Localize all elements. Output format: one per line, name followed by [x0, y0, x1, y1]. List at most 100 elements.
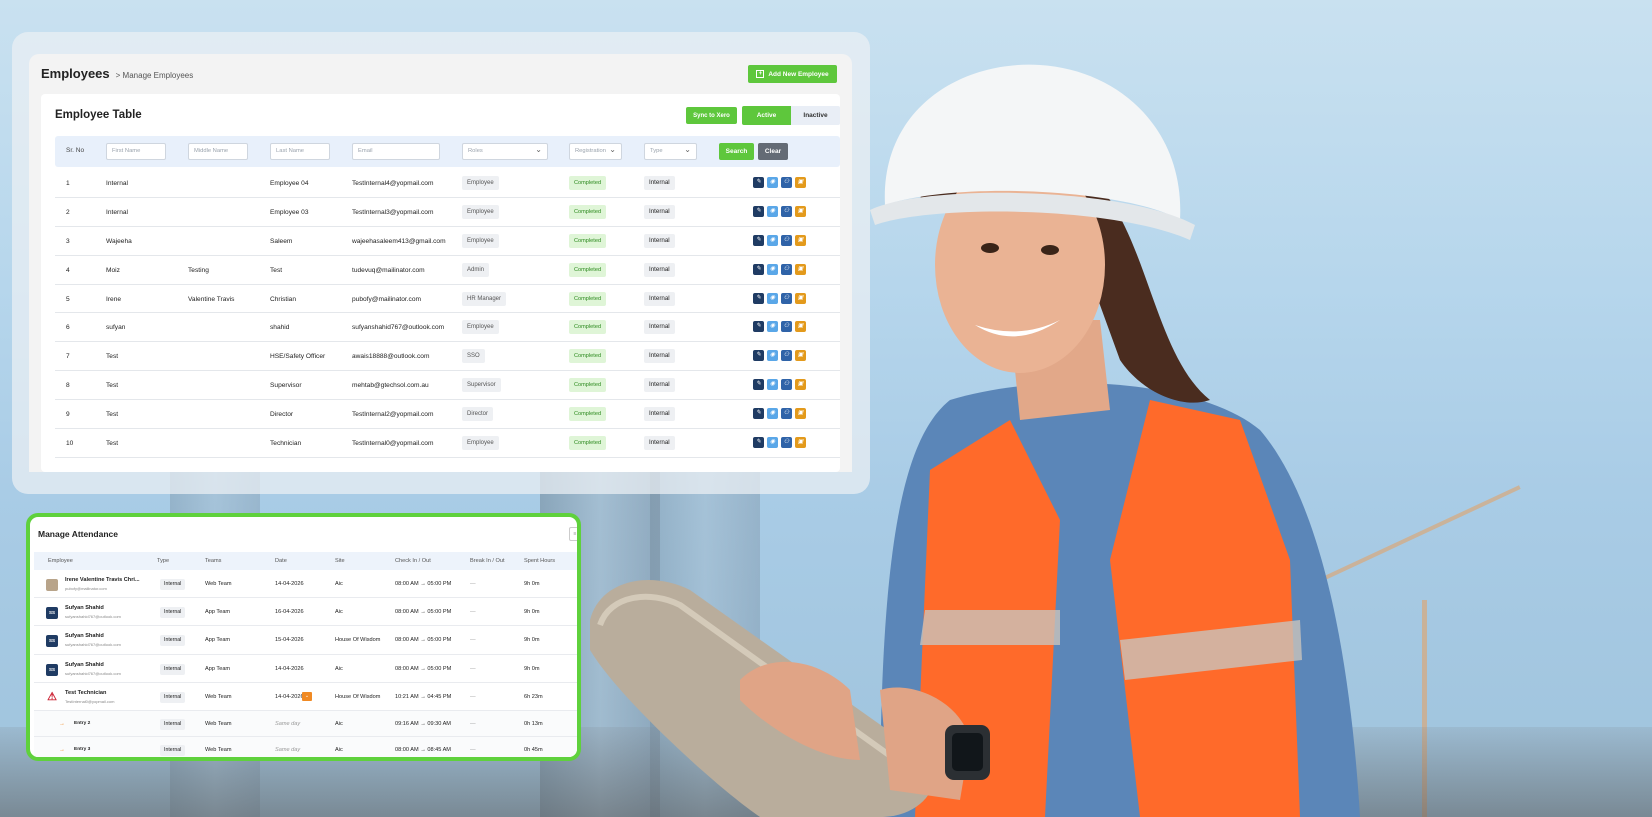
- type-badge: Internal: [644, 262, 675, 277]
- lock-icon[interactable]: ▣: [795, 292, 806, 304]
- edit-icon[interactable]: ✎: [753, 263, 764, 275]
- edit-icon[interactable]: ✎: [753, 234, 764, 246]
- edit-icon[interactable]: ✎: [753, 408, 764, 420]
- search-button[interactable]: Search: [719, 143, 754, 160]
- expand-entries-icon[interactable]: ⌄: [302, 691, 312, 701]
- lock-icon[interactable]: ▣: [795, 321, 806, 333]
- lock-icon[interactable]: ▣: [795, 379, 806, 391]
- row-actions: ✎ ◉ ⚇ ▣: [753, 408, 806, 420]
- edit-icon[interactable]: ✎: [753, 205, 764, 217]
- lock-icon[interactable]: ▣: [795, 437, 806, 449]
- attendance-subrow[interactable]: → Entry 2 Internal Web Team Same day Aic…: [34, 710, 577, 737]
- toggle-active[interactable]: Active: [742, 106, 791, 125]
- date: Same day: [275, 746, 301, 753]
- first-name-input[interactable]: First Name: [106, 143, 166, 160]
- table-row[interactable]: 6 sufyan shahid sufyanshahid767@outlook.…: [55, 313, 840, 343]
- date: 14-04-2026: [275, 581, 304, 587]
- first-name: Wajeeha: [106, 237, 132, 245]
- user-role-icon[interactable]: ⚇: [781, 205, 792, 217]
- panel-menu-button[interactable]: ≡: [569, 527, 577, 541]
- add-employee-button[interactable]: + Add New Employee: [748, 65, 837, 83]
- view-icon[interactable]: ◉: [767, 292, 778, 304]
- attendance-row[interactable]: SS Sufyan Shahid sufyanshahid767@outlook…: [34, 655, 577, 683]
- view-icon[interactable]: ◉: [767, 321, 778, 333]
- first-name: Test: [106, 440, 119, 448]
- view-icon[interactable]: ◉: [767, 263, 778, 275]
- first-name: Irene: [106, 295, 122, 303]
- toggle-inactive[interactable]: Inactive: [791, 106, 840, 125]
- user-role-icon[interactable]: ⚇: [781, 379, 792, 391]
- attendance-row[interactable]: SS Sufyan Shahid sufyanshahid767@outlook…: [34, 598, 577, 627]
- attendance-row[interactable]: ⚠ Test Technician TestInternal0@yopmail.…: [34, 683, 577, 711]
- attendance-subrow[interactable]: → Entry 3 Internal Web Team Same day Aic…: [34, 736, 577, 757]
- row-actions: ✎ ◉ ⚇ ▣: [753, 321, 806, 333]
- roles-select[interactable]: Roles: [462, 142, 548, 160]
- attendance-row[interactable]: SS Sufyan Shahid sufyanshahid767@outlook…: [34, 626, 577, 655]
- edit-icon[interactable]: ✎: [753, 321, 764, 333]
- clear-button[interactable]: Clear: [758, 143, 788, 160]
- user-role-icon[interactable]: ⚇: [781, 321, 792, 333]
- email-input[interactable]: Email: [352, 143, 440, 160]
- edit-icon[interactable]: ✎: [753, 350, 764, 362]
- check-times: 09:16 AM → 09:30 AM: [395, 720, 451, 727]
- table-row[interactable]: 10 Test Technician TestInternal0@yopmail…: [55, 429, 840, 458]
- user-role-icon[interactable]: ⚇: [781, 263, 792, 275]
- attendance-title: Manage Attendance: [38, 529, 118, 539]
- middle-name-input[interactable]: Middle Name: [188, 143, 248, 160]
- date: 16-04-2026: [275, 609, 304, 616]
- attendance-row[interactable]: Irene Valentine Travis Chri... pubofy@ma…: [34, 570, 577, 599]
- type-badge: Internal: [644, 378, 675, 393]
- lock-icon[interactable]: ▣: [795, 177, 806, 188]
- user-role-icon[interactable]: ⚇: [781, 350, 792, 362]
- last-name: Supervisor: [270, 382, 302, 390]
- table-row[interactable]: 7 Test HSE/Safety Officer awais18888@out…: [55, 342, 840, 372]
- edit-icon[interactable]: ✎: [753, 177, 764, 188]
- table-row[interactable]: 4 Moiz Testing Test tudevuq@mailinator.c…: [55, 256, 840, 285]
- lock-icon[interactable]: ▣: [795, 205, 806, 217]
- site: Aic: [335, 581, 343, 587]
- table-row[interactable]: 5 Irene Valentine Travis Christian pubof…: [55, 285, 840, 314]
- avatar: SS: [46, 663, 58, 676]
- first-name: sufyan: [106, 324, 126, 332]
- lock-icon[interactable]: ▣: [795, 408, 806, 420]
- user-role-icon[interactable]: ⚇: [781, 234, 792, 246]
- user-role-icon[interactable]: ⚇: [781, 292, 792, 304]
- email: TestInternal3@yopmail.com: [352, 208, 434, 216]
- sync-xero-button[interactable]: Sync to Xero: [686, 107, 737, 124]
- view-icon[interactable]: ◉: [767, 177, 778, 188]
- view-icon[interactable]: ◉: [767, 350, 778, 362]
- table-row[interactable]: 9 Test Director TestInternal2@yopmail.co…: [55, 400, 840, 430]
- table-row[interactable]: 8 Test Supervisor mehtab@gtechsol.com.au…: [55, 371, 840, 401]
- lock-icon[interactable]: ▣: [795, 263, 806, 275]
- type-select[interactable]: Type: [644, 142, 697, 160]
- user-role-icon[interactable]: ⚇: [781, 177, 792, 188]
- role-badge: Director: [462, 407, 494, 422]
- registration-badge: Completed: [569, 436, 607, 451]
- last-name-input[interactable]: Last Name: [270, 143, 330, 160]
- user-role-icon[interactable]: ⚇: [781, 437, 792, 449]
- type-badge: Internal: [160, 663, 186, 675]
- table-row[interactable]: 3 Wajeeha Saleem wajeehasaleem413@gmail.…: [55, 227, 840, 256]
- check-times: 08:00 AM → 05:00 PM: [395, 637, 452, 644]
- type-badge: Internal: [160, 744, 186, 756]
- registration-select[interactable]: Registration: [569, 142, 622, 160]
- view-icon[interactable]: ◉: [767, 437, 778, 449]
- registration-badge: Completed: [569, 407, 607, 422]
- edit-icon[interactable]: ✎: [753, 437, 764, 449]
- date: Same day: [275, 720, 301, 727]
- first-name: Test: [106, 353, 119, 361]
- team: App Team: [205, 609, 231, 616]
- lock-icon[interactable]: ▣: [795, 350, 806, 362]
- row-actions: ✎ ◉ ⚇ ▣: [753, 379, 806, 391]
- view-icon[interactable]: ◉: [767, 205, 778, 217]
- lock-icon[interactable]: ▣: [795, 234, 806, 246]
- user-role-icon[interactable]: ⚇: [781, 408, 792, 420]
- view-icon[interactable]: ◉: [767, 379, 778, 391]
- edit-icon[interactable]: ✎: [753, 379, 764, 391]
- table-row[interactable]: 1 Internal Employee 04 TestInternal4@yop…: [55, 169, 840, 198]
- view-icon[interactable]: ◉: [767, 234, 778, 246]
- sr-no-label: Sr. No: [66, 147, 85, 154]
- table-row[interactable]: 2 Internal Employee 03 TestInternal3@yop…: [55, 198, 840, 227]
- view-icon[interactable]: ◉: [767, 408, 778, 420]
- edit-icon[interactable]: ✎: [753, 292, 764, 304]
